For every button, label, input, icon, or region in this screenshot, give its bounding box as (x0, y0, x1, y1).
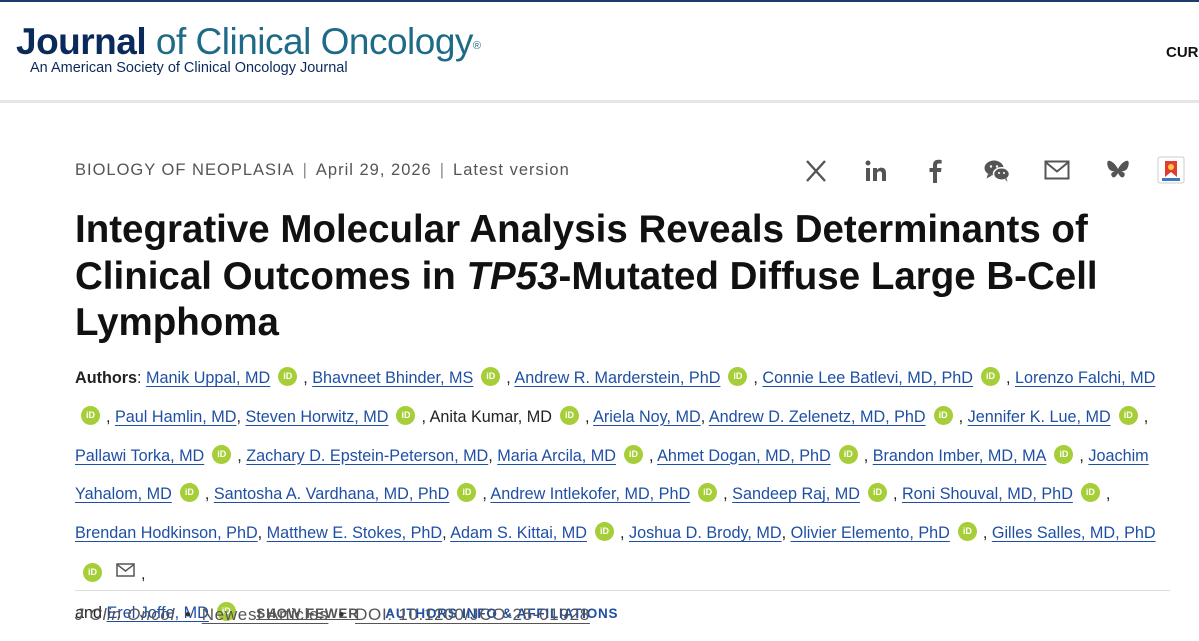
author-link[interactable]: Paul Hamlin, MD (115, 408, 236, 426)
author-list: Authors: Manik Uppal, MD iD, Bhavneet Bhi… (75, 367, 1156, 622)
orcid-icon[interactable]: iD (457, 483, 477, 503)
journal-abbrev: J Clin Oncol (75, 605, 176, 624)
email-icon[interactable] (1044, 155, 1070, 185)
author-link[interactable]: Connie Lee Batlevi, MD, PhD (762, 369, 973, 387)
orcid-icon[interactable]: iD (698, 483, 718, 503)
orcid-icon[interactable]: iD (728, 367, 748, 386)
article-meta: BIOLOGY OF NEOPLASIA | April 29, 2026 | Late… (75, 161, 570, 180)
author-link[interactable]: Maria Arcila, MD (497, 447, 616, 465)
article-title: Integrative Molecular Analysis Reveals D… (75, 207, 1175, 347)
wechat-icon[interactable] (983, 155, 1011, 185)
author-link[interactable]: Brendan Hodkinson, PhD (75, 524, 258, 542)
orcid-icon[interactable]: iD (957, 522, 977, 542)
orcid-icon[interactable]: iD (838, 444, 858, 464)
orcid-icon[interactable]: iD (481, 367, 501, 386)
logo-journal-name: of Clinical Oncology (155, 21, 473, 62)
author-link[interactable]: Steven Horwitz, MD (245, 408, 388, 426)
orcid-icon[interactable]: iD (81, 405, 100, 425)
citation-line: J Clin Oncol • Newest Articles • DOI: 10.120… (75, 605, 590, 625)
author-link[interactable]: Matthew E. Stokes, PhD (267, 524, 442, 542)
author-link[interactable]: Roni Shouval, MD, PhD (902, 485, 1073, 503)
author-link[interactable]: Bhavneet Bhinder, MS (312, 369, 473, 387)
orcid-icon[interactable]: iD (1080, 483, 1100, 503)
author-link[interactable]: Brandon Imber, MD, MA (873, 447, 1047, 465)
author-link[interactable]: Gilles Salles, MD, PhD (992, 524, 1156, 542)
orcid-icon[interactable]: iD (1118, 405, 1138, 425)
linkedin-icon[interactable] (864, 155, 888, 185)
author-link[interactable]: Manik Uppal, MD (146, 369, 270, 387)
orcid-icon[interactable]: iD (623, 444, 643, 464)
author-email-icon[interactable] (116, 553, 135, 592)
journal-logo[interactable]: Journal of Clinical Oncology® (16, 22, 481, 62)
bullet-separator: • (185, 605, 192, 624)
site-header: Journal of Clinical Oncology® An America… (0, 2, 1199, 103)
author-name: Anita Kumar, MD (429, 407, 552, 426)
logo-subtitle: An American Society of Clinical Oncology… (30, 60, 348, 76)
author-link[interactable]: Jennifer K. Lue, MD (968, 408, 1111, 426)
orcid-icon[interactable]: iD (867, 483, 887, 503)
author-link[interactable]: Santosha A. Vardhana, MD, PhD (214, 485, 449, 503)
orcid-icon[interactable]: iD (278, 367, 298, 386)
author-link[interactable]: Andrew D. Zelenetz, MD, PhD (709, 408, 926, 426)
authors-label: Authors (75, 369, 138, 387)
doi-link[interactable]: DOI: 10.1200/JCO-25-01928 (355, 605, 590, 624)
author-link[interactable]: Adam S. Kittai, MD (450, 524, 587, 542)
title-gene-name: TP53 (466, 254, 559, 298)
section-divider (75, 590, 1170, 591)
author-link[interactable]: Zachary D. Epstein-Peterson, MD (246, 447, 488, 465)
author-link[interactable]: Sandeep Raj, MD (732, 485, 860, 503)
meta-separator: | (302, 161, 308, 179)
bullet-separator: • (338, 605, 346, 624)
orcid-icon[interactable]: iD (83, 562, 102, 582)
newest-articles-link[interactable]: Newest Articles (202, 605, 329, 624)
author-link[interactable]: Joshua D. Brody, MD (629, 524, 782, 542)
author-link[interactable]: Andrew Intlekofer, MD, PhD (490, 485, 690, 503)
article-version: Latest version (453, 161, 570, 179)
facebook-icon[interactable] (926, 155, 944, 185)
nav-item-current[interactable]: CUR (1166, 44, 1199, 61)
orcid-icon[interactable]: iD (933, 405, 953, 425)
logo-journal-word: Journal (16, 21, 147, 62)
x-icon[interactable] (805, 155, 827, 185)
article-section: BIOLOGY OF NEOPLASIA (75, 161, 295, 179)
author-link[interactable]: Ahmet Dogan, MD, PhD (657, 447, 831, 465)
orcid-icon[interactable]: iD (1054, 444, 1074, 464)
bluesky-icon[interactable] (1106, 155, 1130, 185)
orcid-icon[interactable]: iD (396, 405, 416, 425)
author-link[interactable]: Lorenzo Falchi, MD (1015, 369, 1155, 387)
orcid-icon[interactable]: iD (559, 405, 579, 425)
orcid-icon[interactable]: iD (179, 483, 199, 503)
article-date: April 29, 2026 (315, 161, 432, 179)
orcid-icon[interactable]: iD (980, 367, 1000, 386)
author-link[interactable]: Andrew R. Marderstein, PhD (514, 369, 720, 387)
author-link[interactable]: Ariela Noy, MD (593, 408, 701, 426)
author-link[interactable]: Olivier Elemento, PhD (791, 524, 950, 542)
meta-separator: | (439, 161, 446, 179)
bookmark-icon[interactable] (1157, 155, 1185, 185)
registered-mark: ® (472, 40, 481, 52)
orcid-icon[interactable]: iD (594, 522, 614, 542)
author-link[interactable]: Pallawi Torka, MD (75, 447, 204, 465)
orcid-icon[interactable]: iD (212, 444, 232, 464)
